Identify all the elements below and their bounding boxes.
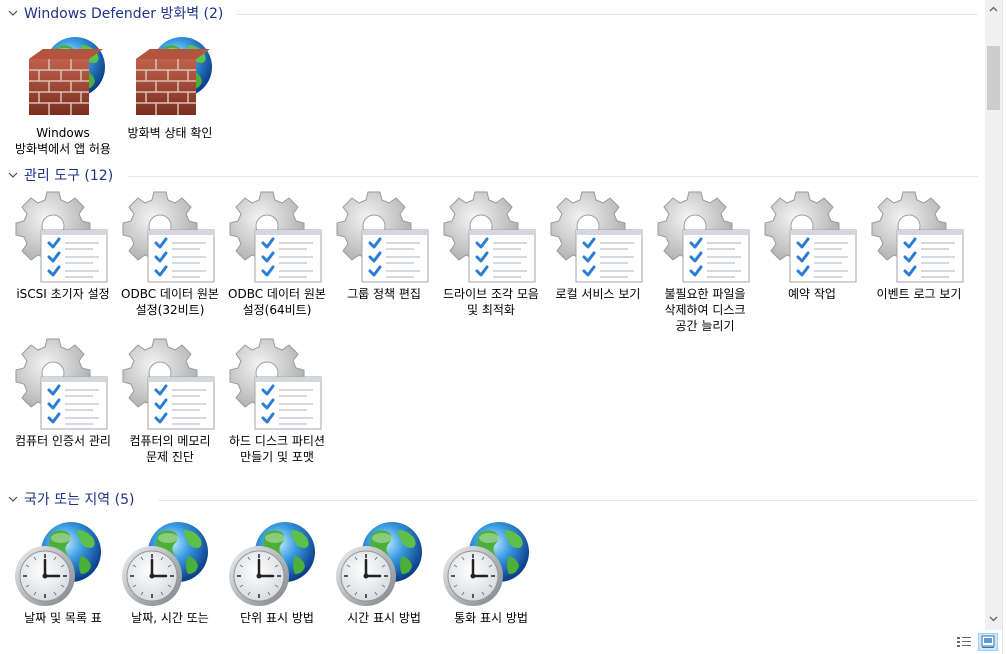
scroll-up-arrow-icon[interactable] [989, 5, 998, 14]
admin-tool-item[interactable]: 예약 작업 [760, 190, 864, 302]
item-label: 불필요한 파일을 삭제하여 디스크 공간 늘리기 [664, 287, 746, 333]
item-label: 이벤트 로그 보기 [876, 287, 962, 301]
admin-tools-icon [657, 191, 751, 284]
admin-tools-icon [15, 338, 109, 431]
chevron-down-icon[interactable] [6, 168, 20, 182]
admin-tool-item[interactable]: 이벤트 로그 보기 [867, 190, 971, 302]
item-check-firewall-status[interactable]: 방화벽 상태 확인 [118, 29, 222, 141]
admin-tool-item[interactable]: ODBC 데이터 원본 설정(64비트) [225, 190, 329, 318]
admin-tool-item[interactable]: 컴퓨터의 메모리 문제 진단 [118, 337, 222, 465]
admin-tools-icon [443, 191, 537, 284]
item-label: 단위 표시 방법 [240, 611, 314, 625]
admin-tool-item[interactable]: 하드 디스크 파티션 만들기 및 포맷 [225, 337, 329, 465]
item-label: ODBC 데이터 원본 설정(32비트) [121, 287, 219, 317]
region-item[interactable]: 통화 표시 방법 [439, 514, 543, 626]
admin-tools-icon [122, 338, 216, 431]
item-label: 날짜 및 목록 표 [24, 611, 102, 625]
group-header-region[interactable]: 국가 또는 지역 (5) [6, 489, 134, 509]
item-label: 하드 디스크 파티션 만들기 및 포맷 [229, 434, 325, 464]
admin-tool-item[interactable]: ODBC 데이터 원본 설정(32비트) [118, 190, 222, 318]
group-divider [236, 14, 978, 15]
admin-tool-item[interactable]: iSCSI 초기자 설정 [11, 190, 115, 302]
group-title: Windows Defender 방화벽 (2) [24, 6, 224, 22]
admin-tool-item[interactable]: 그룹 정책 편집 [332, 190, 436, 302]
status-bar [0, 630, 1006, 654]
window-border [1002, 0, 1006, 654]
admin-tools-icon [15, 191, 109, 284]
item-label: iSCSI 초기자 설정 [16, 287, 110, 301]
group-title: 국가 또는 지역 (5) [24, 492, 135, 508]
admin-tool-item[interactable]: 로컬 서비스 보기 [546, 190, 650, 302]
scrollbar-thumb[interactable] [987, 46, 1000, 110]
item-label: 컴퓨터의 메모리 문제 진단 [129, 434, 211, 464]
item-label: 방화벽 상태 확인 [127, 126, 213, 140]
group-divider [128, 176, 978, 177]
group-header-admin-tools[interactable]: 관리 도구 (12) [6, 165, 113, 185]
chevron-down-icon[interactable] [6, 492, 20, 506]
region-clock-icon [443, 522, 529, 608]
item-label: 통화 표시 방법 [454, 611, 528, 625]
admin-tools-icon [122, 191, 216, 284]
region-item[interactable]: 날짜, 시간 또는 [118, 514, 222, 626]
item-label: 그룹 정책 편집 [347, 287, 421, 301]
vertical-scrollbar[interactable] [985, 0, 1002, 630]
region-clock-icon [336, 522, 422, 608]
scroll-down-arrow-icon[interactable] [989, 614, 998, 623]
item-label: ODBC 데이터 원본 설정(64비트) [228, 287, 326, 317]
item-label: 로컬 서비스 보기 [555, 287, 641, 301]
admin-tools-icon [229, 338, 323, 431]
item-label: 예약 작업 [788, 287, 836, 301]
admin-tool-item[interactable]: 불필요한 파일을 삭제하여 디스크 공간 늘리기 [653, 190, 757, 334]
group-header-firewall[interactable]: Windows Defender 방화벽 (2) [6, 3, 223, 23]
admin-tools-icon [336, 191, 430, 284]
admin-tools-icon [764, 191, 858, 284]
item-label: 시간 표시 방법 [347, 611, 421, 625]
admin-tools-icon [871, 191, 965, 284]
item-label: Windows 방화벽에서 앱 허용 [15, 126, 111, 156]
item-label: 날짜, 시간 또는 [131, 611, 209, 625]
item-label: 드라이브 조각 모음 및 최적화 [443, 287, 539, 317]
admin-tool-item[interactable]: 드라이브 조각 모음 및 최적화 [439, 190, 543, 318]
admin-tool-item[interactable]: 컴퓨터 인증서 관리 [11, 337, 115, 449]
region-clock-icon [122, 522, 208, 608]
region-item[interactable]: 단위 표시 방법 [225, 514, 329, 626]
large-icons-view-icon[interactable] [978, 633, 998, 651]
firewall-icon [28, 37, 105, 116]
firewall-icon [135, 37, 212, 116]
control-panel-content: Windows Defender 방화벽 (2) Windows 방화벽에서 앱… [0, 0, 985, 630]
details-view-icon[interactable] [955, 634, 973, 650]
item-label: 컴퓨터 인증서 관리 [15, 434, 111, 448]
admin-tools-icon [550, 191, 644, 284]
admin-tools-icon [229, 191, 323, 284]
region-clock-icon [229, 522, 315, 608]
item-allow-app-through-firewall[interactable]: Windows 방화벽에서 앱 허용 [11, 29, 115, 157]
region-clock-icon [15, 522, 101, 608]
group-title: 관리 도구 (12) [24, 168, 114, 184]
region-item[interactable]: 날짜 및 목록 표 [11, 514, 115, 626]
chevron-down-icon[interactable] [6, 6, 20, 20]
group-divider [158, 500, 978, 501]
region-item[interactable]: 시간 표시 방법 [332, 514, 436, 626]
